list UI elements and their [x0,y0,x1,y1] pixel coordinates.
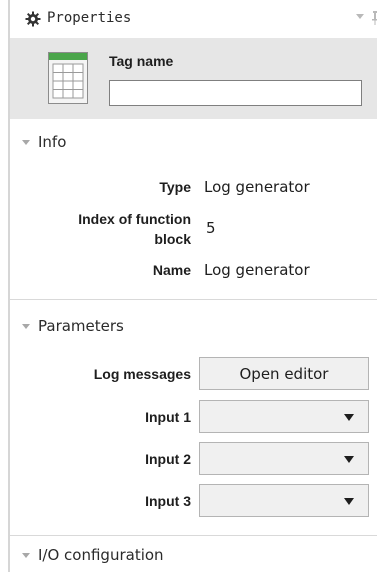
dropdown-arrow-icon [344,456,354,463]
tag-name-input[interactable] [109,80,362,106]
tag-header: Tag name [10,38,377,119]
collapse-triangle-icon [22,323,30,329]
panel-titlebar: Properties [10,0,377,38]
io-section-header[interactable]: I/O configuration [22,545,164,565]
input3-label: Input 3 [145,493,191,509]
collapse-triangle-icon [22,552,30,558]
io-heading: I/O configuration [38,546,164,564]
parameters-section-header[interactable]: Parameters [22,316,124,336]
name-label: Name [152,262,191,278]
properties-panel: Properties Tag name Info Type Log genera… [0,0,377,572]
index-label: Index of function block [40,209,191,249]
collapse-triangle-icon [22,139,30,145]
section-divider [10,535,377,536]
index-value: 5 [206,219,216,237]
parameters-heading: Parameters [38,317,124,335]
pin-icon[interactable] [372,11,377,25]
gear-icon [25,11,41,27]
log-messages-label: Log messages [93,366,191,382]
dropdown-arrow-icon [344,498,354,505]
type-label: Type [159,179,191,195]
chevron-down-icon[interactable] [356,14,364,19]
info-heading: Info [38,133,67,151]
input1-dropdown[interactable] [199,400,369,433]
dropdown-arrow-icon [344,414,354,421]
table-sheet-icon [48,52,88,104]
index-label-line2: block [154,231,191,247]
tag-name-label: Tag name [109,53,174,69]
info-section-header[interactable]: Info [22,132,66,152]
type-value: Log generator [204,178,310,196]
input2-label: Input 2 [145,451,191,467]
input3-dropdown[interactable] [199,484,369,517]
index-label-line1: Index of function [78,211,191,227]
section-divider [10,299,377,300]
name-value: Log generator [204,261,310,279]
open-editor-button[interactable]: Open editor [199,357,369,390]
panel-title: Properties [47,10,132,26]
input2-dropdown[interactable] [199,442,369,475]
input1-label: Input 1 [145,409,191,425]
